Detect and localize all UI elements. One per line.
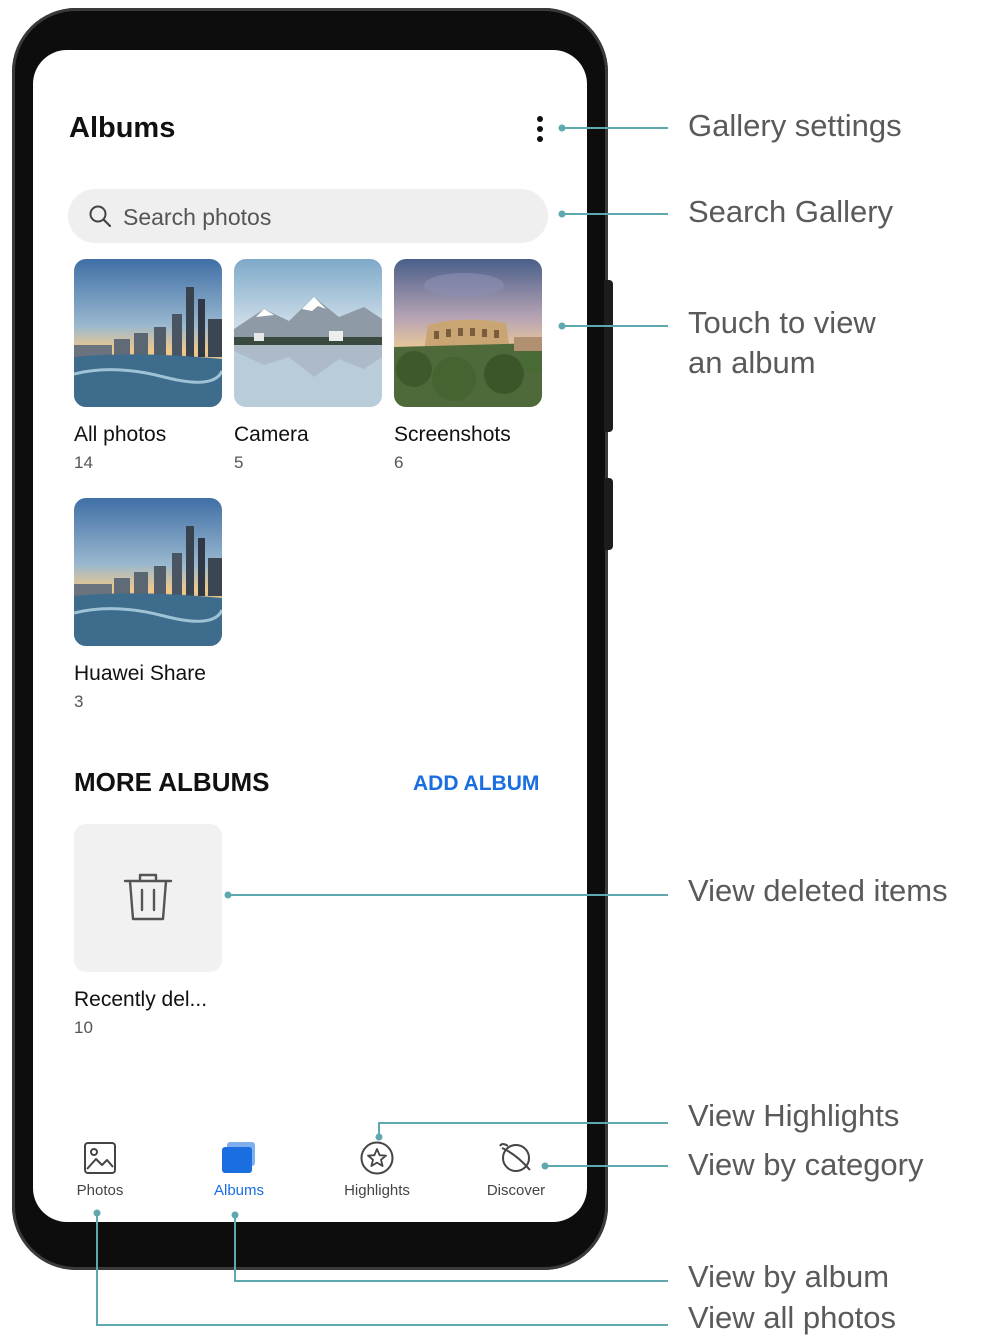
callout-search-gallery: Search Gallery: [688, 194, 894, 229]
callout-view-highlights: View Highlights: [688, 1098, 900, 1133]
callout-view-deleted: View deleted items: [688, 873, 948, 908]
callout-view-category: View by category: [688, 1147, 924, 1182]
callout-touch-album: Touch to view: [688, 305, 876, 340]
callout-touch-album-line2: an album: [688, 345, 816, 380]
callout-view-album: View by album: [688, 1259, 890, 1294]
callout-gallery-settings: Gallery settings: [688, 108, 902, 143]
callout-view-all: View all photos: [688, 1300, 896, 1335]
